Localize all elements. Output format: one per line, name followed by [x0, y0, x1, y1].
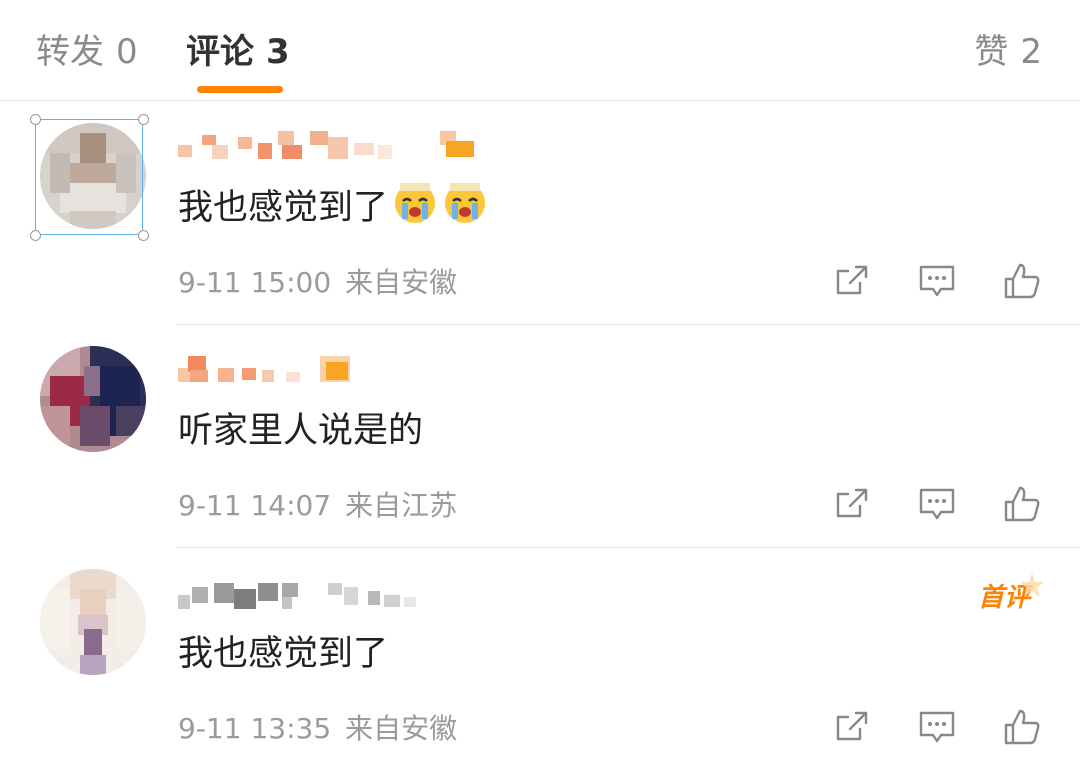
username-blurred[interactable] — [178, 569, 448, 613]
reply-button[interactable] — [917, 484, 957, 524]
comment-icon — [919, 265, 955, 297]
avatar[interactable] — [40, 569, 146, 675]
tab-comment-count: 3 — [266, 32, 290, 72]
comment-icon — [919, 711, 955, 743]
crying-face-emoji — [445, 183, 486, 223]
tab-comment-label: 评论 — [186, 32, 254, 72]
share-icon — [836, 488, 868, 518]
share-button[interactable] — [832, 707, 872, 747]
comment-icon — [919, 488, 955, 520]
username-blurred[interactable] — [178, 346, 378, 390]
tab-comment[interactable]: 评论 3 — [186, 24, 290, 73]
crying-face-emoji — [395, 183, 436, 223]
comment-text: 听家里人说是的 — [178, 402, 423, 453]
comment-actions — [0, 261, 1080, 301]
share-icon — [836, 711, 868, 741]
tab-like-count: 2 — [1020, 32, 1042, 72]
share-button[interactable] — [832, 484, 872, 524]
resize-handle[interactable] — [138, 230, 149, 241]
resize-handle[interactable] — [30, 230, 41, 241]
active-tab-indicator — [197, 86, 283, 93]
tab-like-label: 赞 — [974, 32, 1009, 72]
like-button[interactable] — [1002, 707, 1042, 747]
reply-button[interactable] — [917, 261, 957, 301]
selection-box[interactable] — [35, 119, 143, 235]
username-blurred[interactable] — [178, 123, 488, 167]
avatar[interactable] — [40, 346, 146, 452]
comment-item: 首评 我也感觉到了 9-11 13:35 来自安徽 — [0, 547, 1080, 771]
comment-text: 我也感觉到了 — [178, 625, 388, 676]
comment-actions — [0, 707, 1080, 747]
thumbs-up-icon — [1004, 709, 1040, 745]
share-button[interactable] — [832, 261, 872, 301]
thumbs-up-icon — [1004, 263, 1040, 299]
comment-text-content: 听家里人说是的 — [178, 411, 424, 451]
comment-text-content: 我也感觉到了 — [178, 188, 389, 228]
comment-text: 我也感觉到了 — [178, 179, 488, 230]
thumbs-up-icon — [1004, 486, 1040, 522]
comment-item: 我也感觉到了 9-11 15:00 来自安徽 — [0, 101, 1080, 325]
comment-actions — [0, 484, 1080, 524]
like-button[interactable] — [1002, 261, 1042, 301]
resize-handle[interactable] — [30, 114, 41, 125]
tab-bar: 转发 0 评论 3 赞2 — [0, 0, 1080, 101]
like-button[interactable] — [1002, 484, 1042, 524]
tab-forward-label: 转发 — [36, 32, 104, 72]
tab-forward-count: 0 — [116, 32, 138, 72]
resize-handle[interactable] — [138, 114, 149, 125]
share-icon — [836, 265, 868, 295]
comment-text-content: 我也感觉到了 — [178, 634, 389, 674]
reply-button[interactable] — [917, 707, 957, 747]
tab-like[interactable]: 赞2 — [974, 24, 1042, 73]
comment-item: 听家里人说是的 9-11 14:07 来自江苏 — [0, 324, 1080, 548]
tab-forward[interactable]: 转发 0 — [36, 24, 138, 73]
star-icon — [1020, 573, 1044, 597]
